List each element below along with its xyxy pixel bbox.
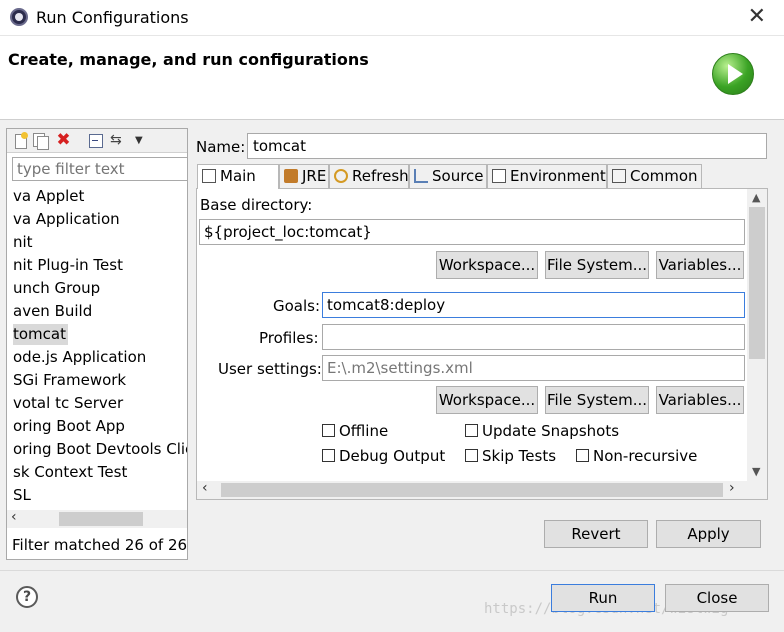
dialog-heading: Create, manage, and run configurations [8, 50, 369, 69]
scrollbar-thumb[interactable] [59, 512, 143, 526]
window-title: Run Configurations [36, 8, 189, 27]
scroll-down-icon[interactable]: ▼ [752, 465, 760, 478]
variables-button[interactable]: Variables... [656, 251, 744, 279]
workspace-button-2[interactable]: Workspace... [436, 386, 538, 414]
list-toolbar: ✖ ⇆ ▼ [7, 129, 187, 153]
scroll-right-icon[interactable]: › [729, 480, 735, 496]
user-settings-input[interactable] [322, 355, 745, 381]
tree-item[interactable]: nit Plug-in Test [13, 255, 123, 276]
footer-divider [0, 570, 784, 571]
tree-horizontal-scrollbar[interactable]: ‹ [7, 509, 187, 528]
tree-item[interactable]: oring Boot Devtools Client [13, 439, 187, 460]
tree-item[interactable]: va Application [13, 209, 120, 230]
panel-vertical-scrollbar[interactable]: ▲ ▼ [747, 189, 767, 481]
jre-tab-icon [284, 169, 298, 183]
tab-source[interactable]: Source [409, 164, 487, 188]
delete-icon[interactable]: ✖ [55, 132, 72, 149]
checkbox-box[interactable] [576, 449, 589, 462]
tree-item[interactable]: unch Group [13, 278, 100, 299]
new-config-icon[interactable] [12, 132, 29, 149]
panel-horizontal-scrollbar[interactable]: ‹ › [197, 480, 767, 499]
title-bar: Run Configurations ✕ [0, 0, 784, 36]
eclipse-app-icon [10, 8, 28, 26]
goals-input[interactable] [322, 292, 745, 318]
base-directory-input[interactable] [199, 219, 745, 245]
filter-status: Filter matched 26 of 26 items [12, 536, 188, 554]
collapse-all-icon[interactable] [87, 132, 104, 149]
update-snapshots-checkbox[interactable]: Update Snapshots [465, 422, 619, 440]
name-input[interactable] [247, 133, 767, 159]
tab-refresh[interactable]: Refresh [329, 164, 409, 188]
scrollbar-thumb[interactable] [749, 207, 765, 359]
non-recursive-checkbox[interactable]: Non-recursive [576, 447, 697, 465]
tree-item[interactable]: SGi Framework [13, 370, 126, 391]
tree-item[interactable]: oring Boot App [13, 416, 125, 437]
filter-icon[interactable]: ⇆ [110, 132, 127, 149]
file-system-button[interactable]: File System... [545, 251, 649, 279]
scroll-left-icon[interactable]: ‹ [202, 480, 208, 496]
file-system-button-2[interactable]: File System... [545, 386, 649, 414]
view-menu-icon[interactable]: ▼ [135, 132, 152, 149]
tree-item[interactable]: nit [13, 232, 33, 253]
tab-environment[interactable]: Environment [487, 164, 607, 188]
tree-item[interactable]: aven Build [13, 301, 92, 322]
scroll-left-icon[interactable]: ‹ [11, 509, 17, 525]
run-button[interactable]: Run [551, 584, 655, 612]
offline-checkbox[interactable]: Offline [322, 422, 388, 440]
scroll-up-icon[interactable]: ▲ [752, 191, 760, 204]
tree-item[interactable]: ode.js Application [13, 347, 146, 368]
checkbox-box[interactable] [465, 449, 478, 462]
run-icon [712, 53, 754, 95]
help-icon[interactable]: ? [16, 586, 38, 608]
base-directory-label: Base directory: [200, 196, 313, 214]
common-tab-icon [612, 169, 626, 183]
checkbox-box[interactable] [465, 424, 478, 437]
checkbox-box[interactable] [322, 424, 335, 437]
tree-item-selected[interactable]: tomcat [13, 324, 68, 345]
user-settings-label: User settings: [218, 360, 322, 378]
profiles-label: Profiles: [259, 329, 319, 347]
main-tab-icon [202, 169, 216, 183]
tab-common[interactable]: Common [607, 164, 702, 188]
tab-main[interactable]: Main [197, 164, 279, 189]
source-tab-icon [414, 169, 428, 183]
skip-tests-checkbox[interactable]: Skip Tests [465, 447, 556, 465]
goals-label: Goals: [273, 297, 321, 315]
configuration-tree: va Applet va Application nit nit Plug-in… [7, 186, 187, 511]
close-window-icon[interactable]: ✕ [748, 4, 766, 29]
main-tab-panel: Base directory: Workspace... File System… [196, 188, 768, 500]
tree-item[interactable]: votal tc Server [13, 393, 123, 414]
environment-tab-icon [492, 169, 506, 183]
filter-input[interactable] [12, 157, 187, 181]
tree-item[interactable]: sk Context Test [13, 462, 127, 483]
tab-jre[interactable]: JRE [279, 164, 329, 188]
close-button[interactable]: Close [665, 584, 769, 612]
name-label: Name: [196, 138, 246, 156]
configuration-list-panel: ✖ ⇆ ▼ va Applet va Application nit nit P… [6, 128, 188, 560]
scrollbar-thumb[interactable] [221, 483, 723, 497]
refresh-tab-icon [334, 169, 348, 183]
tree-item[interactable]: SL [13, 485, 31, 506]
workspace-button[interactable]: Workspace... [436, 251, 538, 279]
variables-button-2[interactable]: Variables... [656, 386, 744, 414]
debug-output-checkbox[interactable]: Debug Output [322, 447, 445, 465]
tree-item[interactable]: va Applet [13, 186, 84, 207]
header-banner: Create, manage, and run configurations [0, 36, 784, 120]
duplicate-icon[interactable] [32, 132, 49, 150]
apply-button[interactable]: Apply [656, 520, 761, 548]
profiles-input[interactable] [322, 324, 745, 350]
revert-button[interactable]: Revert [544, 520, 648, 548]
checkbox-box[interactable] [322, 449, 335, 462]
